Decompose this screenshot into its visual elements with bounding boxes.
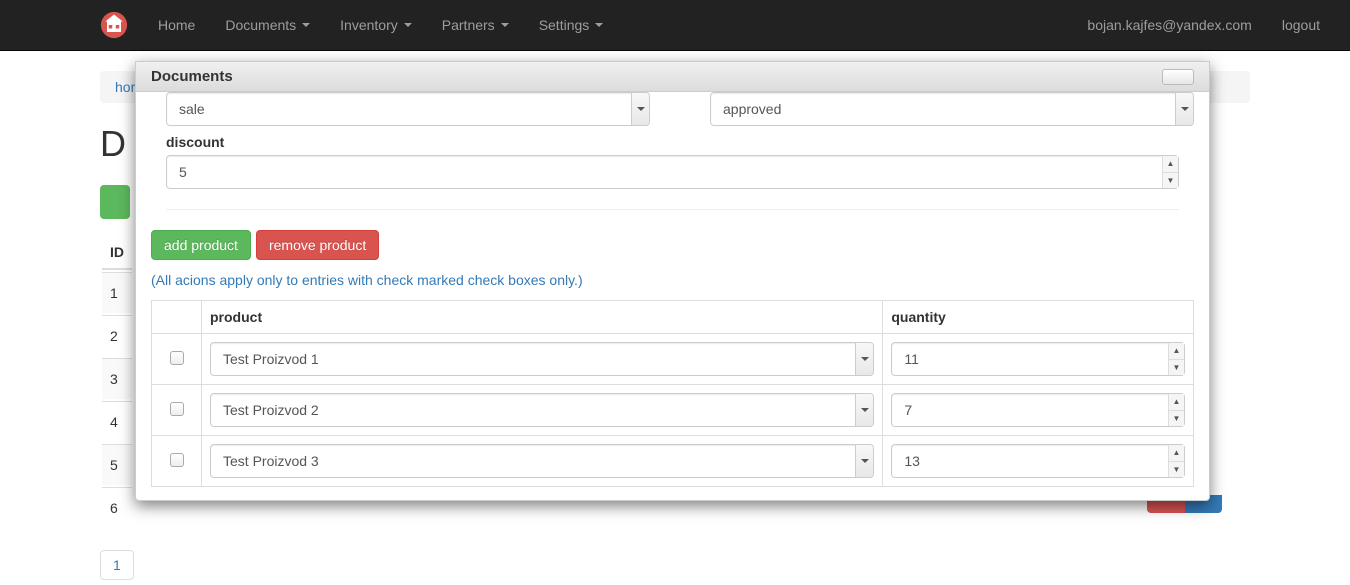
modal-close-button[interactable] <box>1162 69 1194 85</box>
nav-settings[interactable]: Settings <box>524 2 619 48</box>
chevron-down-icon <box>855 445 873 477</box>
discount-label: discount <box>166 134 1194 150</box>
caret-icon <box>404 23 412 27</box>
product-table: product quantity Test Proizvod 1 <box>151 300 1194 487</box>
remove-product-button[interactable]: remove product <box>256 230 379 260</box>
spinner-icon[interactable]: ▲▼ <box>1168 343 1184 375</box>
product-select[interactable]: Test Proizvod 1 <box>210 342 874 376</box>
table-row[interactable]: 5 <box>102 444 132 485</box>
caret-icon <box>302 23 310 27</box>
row-checkbox[interactable] <box>170 402 184 416</box>
document-type-select[interactable]: sale <box>166 92 650 126</box>
shop-icon <box>100 11 128 39</box>
documents-table: ID 1 2 3 4 5 6 <box>100 234 134 530</box>
add-product-button[interactable]: add product <box>151 230 251 260</box>
chevron-down-icon <box>631 93 649 125</box>
actions-note: (All acions apply only to entries with c… <box>151 272 1194 288</box>
modal-body: sale approved discount 5 ▲▼ add product … <box>136 92 1209 500</box>
brand-logo[interactable] <box>15 0 143 50</box>
chevron-down-icon <box>855 343 873 375</box>
documents-modal: Documents sale approved discount 5 ▲▼ <box>135 61 1210 501</box>
product-row: Test Proizvod 1 11 ▲▼ <box>152 334 1194 385</box>
row-checkbox[interactable] <box>170 351 184 365</box>
modal-header: Documents <box>136 62 1209 92</box>
column-id-header: ID <box>102 236 132 270</box>
column-product-header: product <box>202 301 883 334</box>
top-navbar: Home Documents Inventory Partners Settin… <box>0 0 1350 51</box>
product-select[interactable]: Test Proizvod 3 <box>210 444 874 478</box>
caret-icon <box>501 23 509 27</box>
spinner-icon[interactable]: ▲▼ <box>1162 156 1178 188</box>
spinner-icon[interactable]: ▲▼ <box>1168 445 1184 477</box>
chevron-down-icon <box>855 394 873 426</box>
discount-input[interactable]: 5 ▲▼ <box>166 155 1179 189</box>
column-check-header <box>152 301 202 334</box>
nav-home[interactable]: Home <box>143 2 210 48</box>
column-quantity-header: quantity <box>883 301 1194 334</box>
document-status-select[interactable]: approved <box>710 92 1194 126</box>
product-select[interactable]: Test Proizvod 2 <box>210 393 874 427</box>
table-row[interactable]: 6 <box>102 487 132 528</box>
table-row[interactable]: 1 <box>102 272 132 313</box>
modal-title: Documents <box>151 68 233 85</box>
spinner-icon[interactable]: ▲▼ <box>1168 394 1184 426</box>
table-row[interactable]: 2 <box>102 315 132 356</box>
row-checkbox[interactable] <box>170 453 184 467</box>
nav-inventory[interactable]: Inventory <box>325 2 427 48</box>
quantity-input[interactable]: 13 ▲▼ <box>891 444 1185 478</box>
nav-partners[interactable]: Partners <box>427 2 524 48</box>
caret-icon <box>595 23 603 27</box>
add-button-background[interactable] <box>100 185 130 219</box>
product-row: Test Proizvod 3 13 ▲▼ <box>152 436 1194 487</box>
nav-documents[interactable]: Documents <box>210 2 325 48</box>
quantity-input[interactable]: 7 ▲▼ <box>891 393 1185 427</box>
page-number-1[interactable]: 1 <box>100 550 134 580</box>
divider <box>166 209 1179 210</box>
table-row[interactable]: 3 <box>102 358 132 399</box>
product-row: Test Proizvod 2 7 ▲▼ <box>152 385 1194 436</box>
nav-user-email[interactable]: bojan.kajfes@yandex.com <box>1072 2 1266 48</box>
table-row[interactable]: 4 <box>102 401 132 442</box>
quantity-input[interactable]: 11 ▲▼ <box>891 342 1185 376</box>
chevron-down-icon <box>1175 93 1193 125</box>
nav-logout[interactable]: logout <box>1267 2 1335 48</box>
